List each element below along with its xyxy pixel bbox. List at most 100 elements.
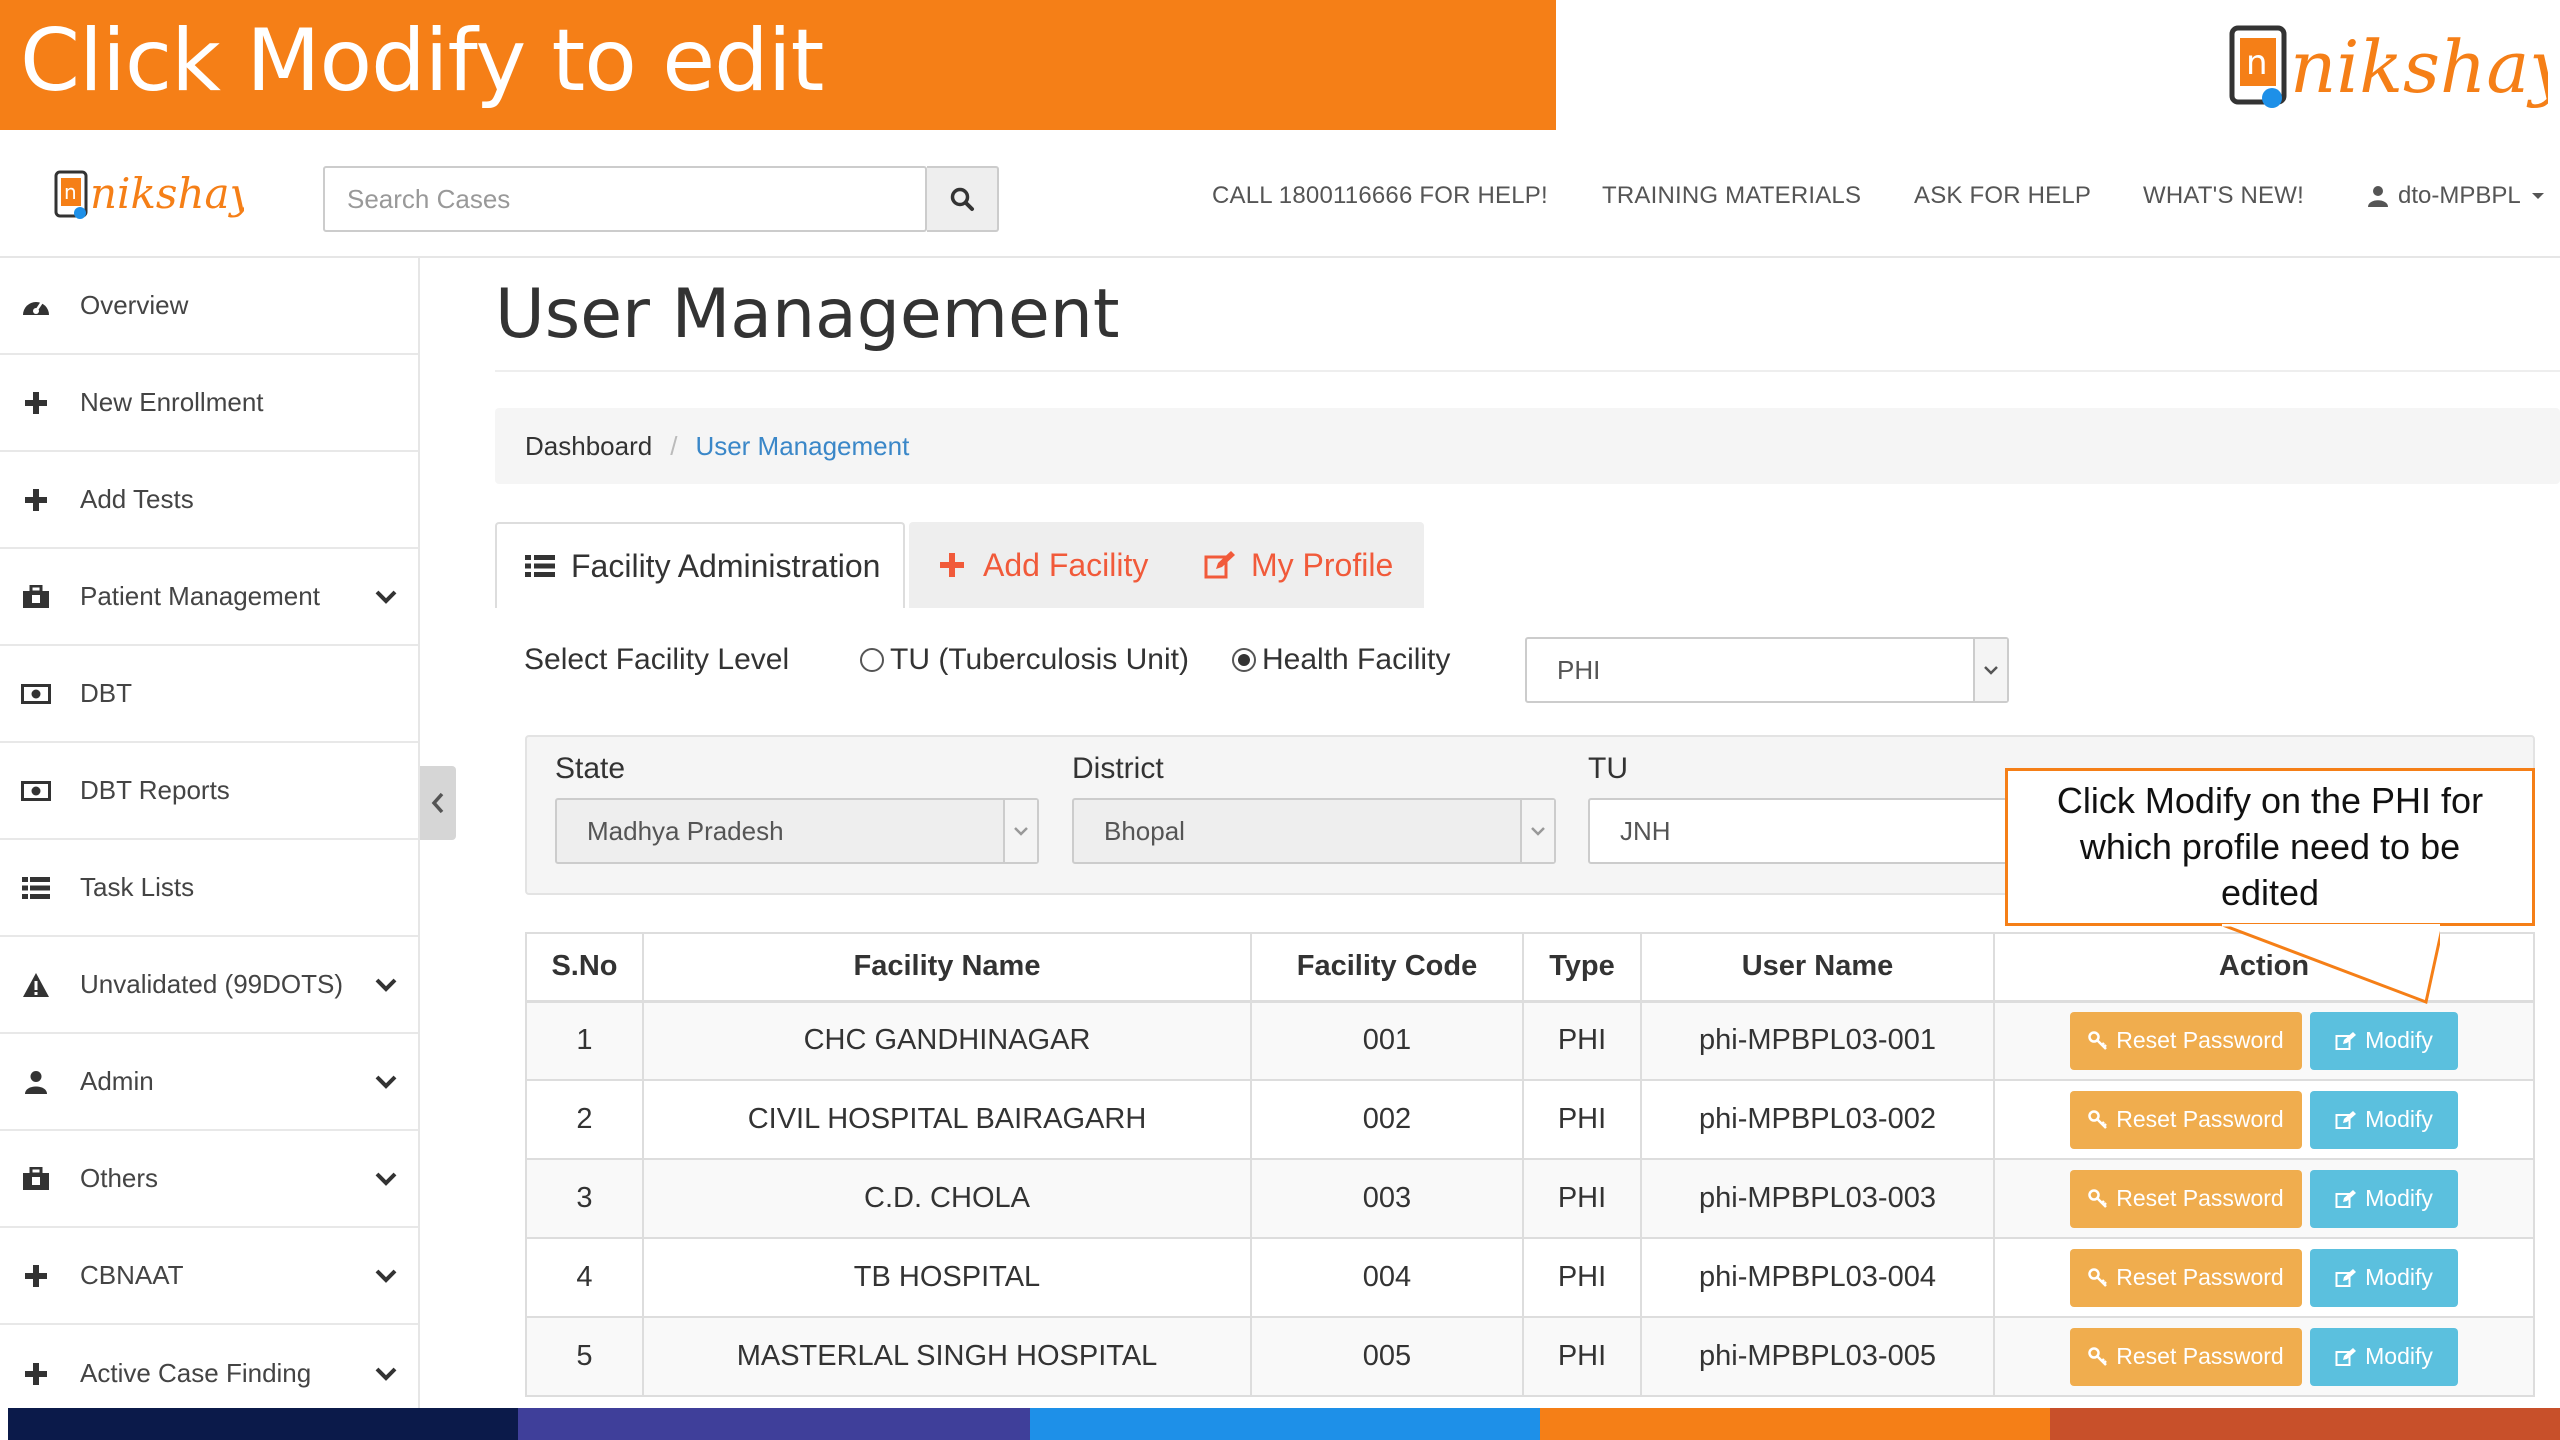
table-row: 5 MASTERLAL SINGH HOSPITAL 005 PHI phi-M… bbox=[525, 1316, 2535, 1397]
call-help-link[interactable]: CALL 1800116666 FOR HELP! bbox=[1212, 182, 1548, 210]
district-select[interactable]: Bhopal bbox=[1072, 798, 1556, 864]
reset-password-label: Reset Password bbox=[2116, 1185, 2284, 1211]
footer-segment bbox=[1030, 1408, 1540, 1440]
modify-button[interactable]: Modify bbox=[2310, 1011, 2458, 1070]
cell-facility-code: 002 bbox=[1250, 1079, 1524, 1160]
edit-icon bbox=[1203, 548, 1237, 582]
col-type[interactable]: Type bbox=[1522, 932, 1642, 1003]
modify-label: Modify bbox=[2365, 1106, 2433, 1132]
reset-password-button[interactable]: Reset Password bbox=[2070, 1248, 2302, 1307]
key-icon bbox=[2088, 1031, 2108, 1050]
plus-icon bbox=[20, 387, 52, 419]
col-sno[interactable]: S.No bbox=[525, 932, 644, 1003]
modify-label: Modify bbox=[2365, 1264, 2433, 1290]
chevron-left-icon bbox=[431, 792, 444, 814]
tabs-bar: Facility Administration Add Facility My … bbox=[495, 522, 2560, 608]
breadcrumb: Dashboard / User Management bbox=[495, 408, 2560, 484]
state-value: Madhya Pradesh bbox=[587, 815, 784, 846]
sidebar-item-admin[interactable]: Admin bbox=[0, 1034, 418, 1131]
state-select[interactable]: Madhya Pradesh bbox=[555, 798, 1039, 864]
banner-text: Click Modify to edit bbox=[20, 11, 824, 111]
modify-button[interactable]: Modify bbox=[2310, 1090, 2458, 1149]
cell-action: Reset Password Modify bbox=[1993, 1000, 2535, 1081]
facility-type-select[interactable]: PHI bbox=[1525, 637, 2009, 703]
breadcrumb-current[interactable]: User Management bbox=[695, 431, 909, 462]
tab-facility-administration[interactable]: Facility Administration bbox=[495, 522, 905, 608]
tab-my-profile[interactable]: My Profile bbox=[1203, 522, 1393, 608]
whats-new-link[interactable]: WHAT'S NEW! bbox=[2143, 182, 2304, 210]
cell-action: Reset Password Modify bbox=[1993, 1158, 2535, 1239]
tab-add-facility[interactable]: Add Facility bbox=[935, 522, 1148, 608]
sidebar-item-add-tests[interactable]: Add Tests bbox=[0, 452, 418, 549]
chevron-down-icon bbox=[372, 1165, 400, 1193]
chevron-down-icon bbox=[372, 1262, 400, 1290]
sidebar: Overview New Enrollment Add Tests Patien… bbox=[0, 258, 420, 1408]
sidebar-collapse-toggle[interactable] bbox=[420, 766, 456, 840]
col-facility-code[interactable]: Facility Code bbox=[1250, 932, 1524, 1003]
tab-label: My Profile bbox=[1251, 546, 1394, 583]
reset-password-label: Reset Password bbox=[2116, 1027, 2284, 1054]
sidebar-item-task-lists[interactable]: Task Lists bbox=[0, 840, 418, 937]
reset-password-button[interactable]: Reset Password bbox=[2070, 1011, 2302, 1070]
sidebar-item-cbnaat[interactable]: CBNAAT bbox=[0, 1228, 418, 1325]
radio-tu[interactable]: TU (Tuberculosis Unit) bbox=[860, 643, 1189, 677]
search-button[interactable] bbox=[927, 166, 999, 232]
reset-password-button[interactable]: Reset Password bbox=[2070, 1327, 2302, 1386]
sidebar-item-label: Active Case Finding bbox=[80, 1358, 312, 1388]
sidebar-item-dbt-reports[interactable]: DBT Reports bbox=[0, 743, 418, 840]
reset-password-button[interactable]: Reset Password bbox=[2070, 1090, 2302, 1149]
cell-user-name: phi-MPBPL03-001 bbox=[1640, 1000, 1995, 1081]
facility-type-value: PHI bbox=[1557, 654, 1601, 685]
modify-button[interactable]: Modify bbox=[2310, 1248, 2458, 1307]
sidebar-item-overview[interactable]: Overview bbox=[0, 258, 418, 355]
cell-facility-name: TB HOSPITAL bbox=[642, 1237, 1252, 1318]
page-title: User Management bbox=[495, 275, 1120, 354]
district-value: Bhopal bbox=[1104, 815, 1185, 846]
cell-facility-code: 001 bbox=[1250, 1000, 1524, 1081]
col-facility-name[interactable]: Facility Name bbox=[642, 932, 1252, 1003]
sidebar-item-label: DBT bbox=[80, 678, 132, 708]
cell-user-name: phi-MPBPL03-005 bbox=[1640, 1316, 1995, 1397]
plus-icon bbox=[20, 484, 52, 516]
user-name: dto-MPBPL bbox=[2398, 182, 2521, 209]
reset-password-label: Reset Password bbox=[2116, 1343, 2284, 1369]
sidebar-item-label: Overview bbox=[80, 290, 189, 320]
ask-for-help-link[interactable]: ASK FOR HELP bbox=[1914, 182, 2091, 210]
sidebar-item-dbt[interactable]: DBT bbox=[0, 646, 418, 743]
sidebar-item-new-enrollment[interactable]: New Enrollment bbox=[0, 355, 418, 452]
sidebar-item-label: Admin bbox=[80, 1066, 154, 1096]
col-user-name[interactable]: User Name bbox=[1640, 932, 1995, 1003]
cell-sno: 5 bbox=[525, 1316, 644, 1397]
callout-text: Click Modify on the PHI for which profil… bbox=[2056, 780, 2484, 913]
radio-tu-circle[interactable] bbox=[860, 648, 884, 672]
tu-select[interactable]: JNH bbox=[1588, 798, 2028, 864]
sidebar-item-patient-management[interactable]: Patient Management bbox=[0, 549, 418, 646]
search-input[interactable] bbox=[323, 166, 927, 232]
cell-action: Reset Password Modify bbox=[1993, 1316, 2535, 1397]
radio-health-facility[interactable]: Health Facility bbox=[1232, 643, 1450, 677]
key-icon bbox=[2088, 1109, 2108, 1129]
radio-health-facility-circle[interactable] bbox=[1232, 648, 1256, 672]
tab-label: Add Facility bbox=[983, 546, 1149, 583]
sidebar-item-label: Patient Management bbox=[80, 581, 320, 611]
nikshay-logo-small[interactable]: n nikshay bbox=[54, 166, 244, 224]
sidebar-item-others[interactable]: Others bbox=[0, 1131, 418, 1228]
facility-level-label: Select Facility Level bbox=[524, 643, 790, 676]
sidebar-item-label: CBNAAT bbox=[80, 1260, 184, 1290]
reset-password-button[interactable]: Reset Password bbox=[2070, 1169, 2302, 1228]
modify-button[interactable]: Modify bbox=[2310, 1327, 2458, 1386]
footer-segment bbox=[2050, 1408, 2560, 1440]
cell-facility-name: CHC GANDHINAGAR bbox=[642, 1000, 1252, 1081]
modify-label: Modify bbox=[2365, 1027, 2433, 1054]
tab-label: Facility Administration bbox=[571, 547, 881, 584]
key-icon bbox=[2088, 1346, 2108, 1366]
modify-button[interactable]: Modify bbox=[2310, 1169, 2458, 1228]
money-icon bbox=[20, 678, 52, 710]
training-materials-link[interactable]: TRAINING MATERIALS bbox=[1602, 182, 1861, 210]
list-icon bbox=[20, 872, 52, 904]
user-menu[interactable]: dto-MPBPL bbox=[2368, 182, 2545, 210]
sidebar-item-unvalidated[interactable]: Unvalidated (99DOTS) bbox=[0, 937, 418, 1034]
plus-icon bbox=[935, 548, 969, 582]
chevron-down-icon bbox=[1520, 800, 1554, 862]
breadcrumb-dashboard[interactable]: Dashboard bbox=[525, 431, 652, 462]
